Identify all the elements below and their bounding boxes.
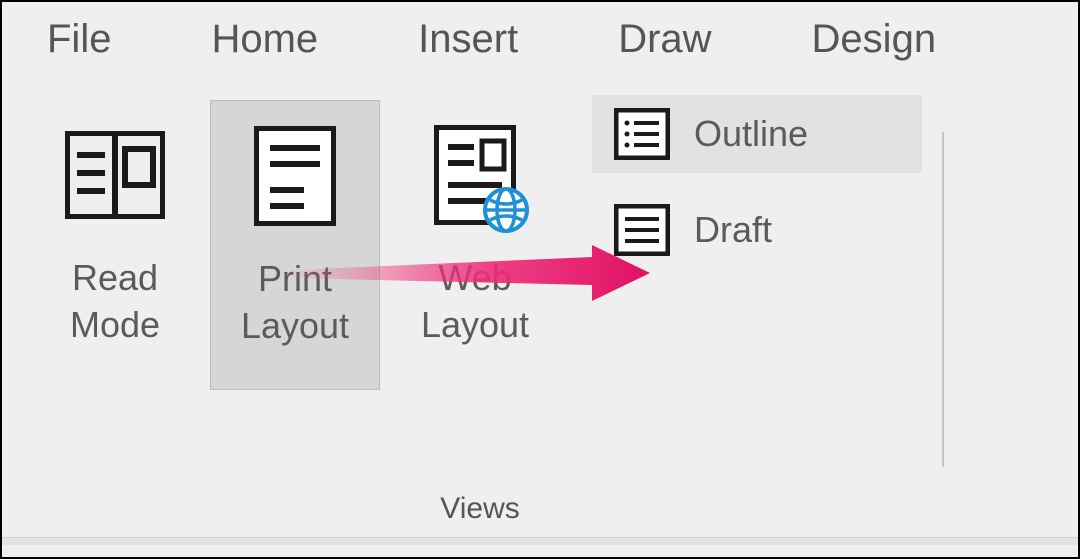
print-layout-button[interactable]: Print Layout xyxy=(210,100,380,390)
tab-home[interactable]: Home xyxy=(211,17,318,62)
tab-design[interactable]: Design xyxy=(812,17,937,62)
draft-button[interactable]: Draft xyxy=(592,191,922,269)
web-layout-button[interactable]: Web Layout xyxy=(390,100,560,390)
draft-icon xyxy=(614,204,670,256)
tab-draw[interactable]: Draw xyxy=(618,17,711,62)
read-mode-icon xyxy=(65,120,165,230)
group-label-views: Views xyxy=(30,492,930,526)
print-layout-label: Print Layout xyxy=(241,256,349,350)
draft-label: Draft xyxy=(694,209,772,251)
tab-file[interactable]: File xyxy=(47,17,111,62)
tab-insert[interactable]: Insert xyxy=(418,17,518,62)
group-separator xyxy=(942,132,944,467)
outline-button[interactable]: Outline xyxy=(592,95,922,173)
web-layout-icon xyxy=(434,120,516,230)
print-layout-icon xyxy=(254,121,336,231)
web-layout-label: Web Layout xyxy=(421,255,529,349)
read-mode-button[interactable]: Read Mode xyxy=(30,100,200,390)
ribbon-bottom-edge xyxy=(2,537,1078,545)
globe-overlay-icon xyxy=(482,186,530,234)
read-mode-label: Read Mode xyxy=(70,255,160,349)
outline-label: Outline xyxy=(694,113,808,155)
ribbon-tabs: File Home Insert Draw Design xyxy=(2,2,1078,70)
ribbon-views-group: Read Mode Print Layout xyxy=(2,70,1078,490)
outline-icon xyxy=(614,108,670,160)
